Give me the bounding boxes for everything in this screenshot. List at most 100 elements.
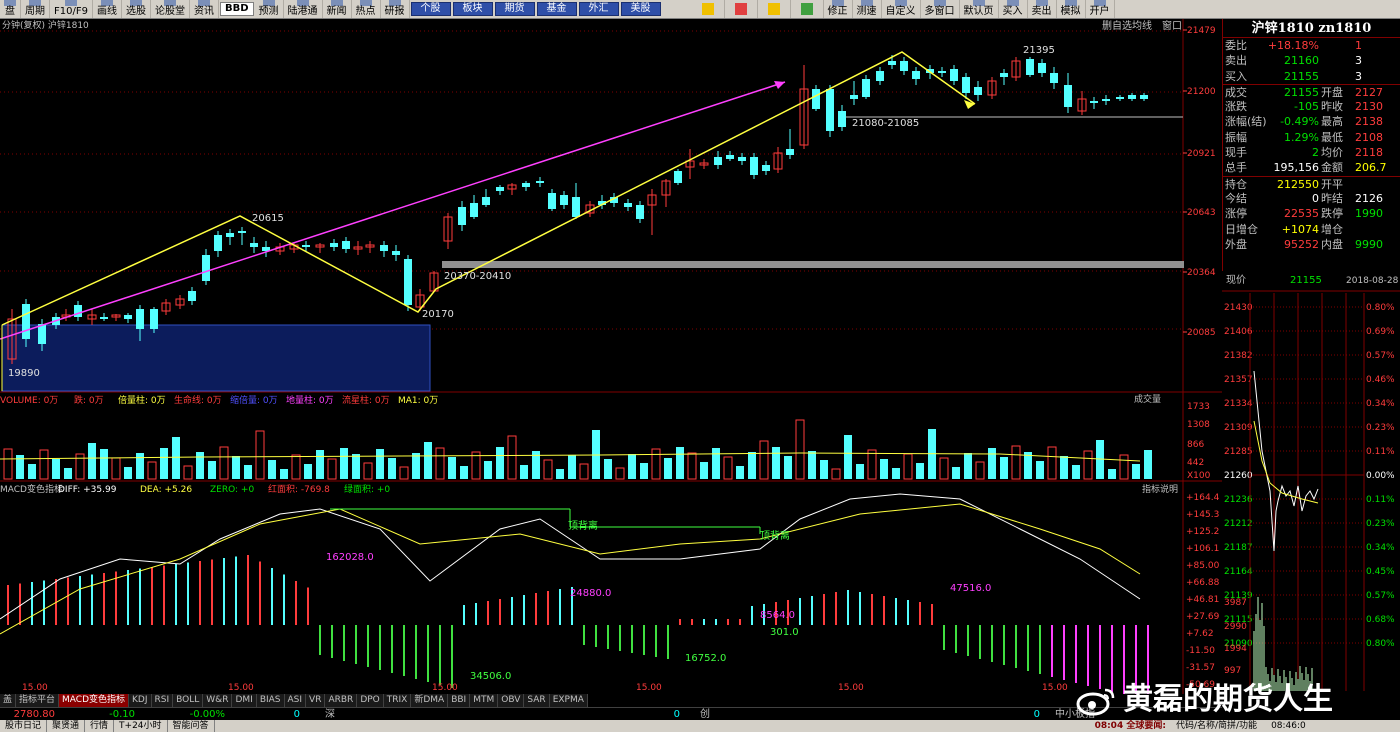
time-axis-label: 15.00 (228, 683, 254, 693)
indicator-tab-11[interactable]: ARBR (325, 694, 358, 707)
minute-chart[interactable]: 现价 21155 2018-08-28 21430 0.80% 21406 0.69% 213… (1222, 271, 1400, 694)
toolbar-nav-icon-0[interactable] (692, 0, 725, 18)
toolbar-item-3[interactable]: 画线 (93, 0, 122, 18)
toolbar-nav-icon-2[interactable] (758, 0, 791, 18)
toolbar-right-item-0[interactable]: 修正 (824, 0, 853, 18)
minute-pct-tick: 0.23% (1366, 519, 1395, 529)
toolbar-nav-icon-1[interactable] (725, 0, 758, 18)
toolbar-item-0[interactable]: 盘 (0, 0, 21, 18)
toolbar-right-item-6[interactable]: 卖出 (1028, 0, 1057, 18)
volume-bar (496, 447, 504, 479)
volume-bar (208, 461, 216, 479)
toolbar-nav-icon-3[interactable] (791, 0, 824, 18)
volume-bar (1024, 452, 1032, 479)
minute-pct-tick: 0.57% (1366, 591, 1395, 601)
indicator-tab-3[interactable]: KDJ (129, 694, 152, 707)
indicator-tab-1[interactable]: 指标平台 (16, 694, 60, 707)
status-search[interactable]: 代码/名称/简拼/功能 (1176, 720, 1257, 732)
toolbar-item-1[interactable]: 周期 (21, 0, 50, 18)
candle-body (838, 111, 846, 127)
indicator-tab-0[interactable]: 盖 (0, 694, 17, 707)
status-quote[interactable]: 行情 (85, 720, 115, 732)
toolbar-item-11[interactable]: 热点 (352, 0, 381, 18)
indicator-tab-19[interactable]: EXPMA (549, 694, 588, 707)
toolbar-item-2[interactable]: F10/F9 (50, 0, 93, 18)
toolbar-item-7-label: BBD (224, 2, 249, 14)
indicator-tab-15[interactable]: BBI (448, 694, 471, 707)
status-qa[interactable]: 智能问答 (168, 720, 215, 732)
candle-body (726, 155, 734, 159)
indicator-tab-9[interactable]: ASI (284, 694, 307, 707)
indicator-tab-2[interactable]: MACD变色指标 (59, 694, 130, 707)
status-jxt[interactable]: 聚贤通 (47, 720, 86, 732)
volume-bar (412, 453, 420, 479)
indicator-tab-4[interactable]: RSI (151, 694, 174, 707)
toolbar-tab-1[interactable]: 板块 (452, 2, 493, 16)
candle-body (188, 291, 196, 301)
quote-label: 委比 (1225, 39, 1247, 52)
toolbar-tab-5[interactable]: 美股 (620, 2, 661, 16)
toolbar-item-4[interactable]: 选股 (122, 0, 151, 18)
volume-bar (183, 465, 193, 480)
indicator-tab-6[interactable]: W&R (203, 694, 233, 707)
toolbar-tab-4[interactable]: 外汇 (578, 2, 619, 16)
indicator-tab-17[interactable]: OBV (498, 694, 525, 707)
indicator-tab-7[interactable]: DMI (232, 694, 257, 707)
toolbar-item-6[interactable]: 资讯 (190, 0, 219, 18)
toolbar-item-10[interactable]: 新闻 (323, 0, 352, 18)
volume-bar (1011, 445, 1021, 480)
indicator-tab-5[interactable]: BOLL (173, 694, 204, 707)
indicator-tab-10[interactable]: VR (306, 694, 326, 707)
indicator-tab-8[interactable]: BIAS (256, 694, 285, 707)
indicator-tab-14[interactable]: 新DMA (411, 694, 449, 707)
toolbar-right-item-5[interactable]: 买入 (999, 0, 1028, 18)
quote-value2: 2118 (1355, 146, 1383, 160)
volume-bar (39, 449, 49, 480)
status-news[interactable]: 08:04 全球要闻: (1095, 720, 1166, 732)
candle-body (496, 187, 504, 191)
macd-tick-label: +106.1 (1186, 544, 1219, 554)
minute-date: 2018-08-28 (1346, 276, 1399, 286)
quote-label: 涨跌 (1225, 100, 1247, 114)
quote-row: 涨停 22535 跌停 1990 (1223, 206, 1400, 221)
indicator-tab-12[interactable]: DPO (357, 694, 384, 707)
volume-bar (172, 437, 180, 479)
toolbar-tab-0[interactable]: 个股 (410, 2, 451, 16)
volume-bar (1108, 469, 1116, 479)
toolbar-item-12[interactable]: 研报 (381, 0, 410, 18)
toolbar-item-9[interactable]: 陆港通 (284, 0, 323, 18)
low0-label: 19890 (8, 368, 40, 379)
volume-bar (147, 461, 157, 480)
toolbar-item-5[interactable]: 论股堂 (151, 0, 190, 18)
volume-bar (676, 447, 684, 479)
candle-body (738, 157, 746, 161)
toolbar-right-item-3[interactable]: 多窗口 (921, 0, 960, 18)
minute-pct-tick: 0.00% (1366, 471, 1395, 481)
toolbar-item-8[interactable]: 预测 (255, 0, 284, 18)
status-t24[interactable]: T+24小时 (114, 720, 168, 732)
kline-chart-area[interactable]: 分钟(复权) 沪锌1810 删自选 均线 窗口 20615 20170 19890 21395… (0, 19, 1222, 694)
indicator-tab-13[interactable]: TRIX (383, 694, 412, 707)
toolbar-tab-2[interactable]: 期货 (494, 2, 535, 16)
toolbar-right-item-8[interactable]: 开户 (1086, 0, 1115, 18)
high-label: 21395 (1023, 45, 1055, 56)
toolbar-tab-3[interactable]: 基金 (536, 2, 577, 16)
toolbar-right-item-2[interactable]: 自定义 (882, 0, 921, 18)
macd-tick-label: +7.62 (1186, 629, 1214, 639)
minute-pct-tick: 0.45% (1366, 567, 1395, 577)
toolbar-right-item-4[interactable]: 默认页 (960, 0, 999, 18)
macd-tick-label: +27.69 (1186, 612, 1220, 622)
quote-value2: 1 (1355, 39, 1362, 52)
toolbar-right-item-7[interactable]: 模拟 (1057, 0, 1086, 18)
index-v2: 0 (673, 709, 680, 720)
indicator-tab-16[interactable]: MTM (470, 694, 499, 707)
status-diary[interactable]: 股市日记 (0, 720, 48, 732)
toolbar-item-7[interactable]: BBD (219, 2, 254, 16)
indicator-tab-18[interactable]: SAR (524, 694, 550, 707)
volume-bar (1047, 446, 1057, 480)
toolbar-right-item-1[interactable]: 测速 (853, 0, 882, 18)
candle-body (1050, 73, 1058, 83)
volume-bar (916, 463, 924, 479)
candle-body (482, 197, 490, 205)
minute-price-tick: 21406 (1224, 327, 1253, 337)
